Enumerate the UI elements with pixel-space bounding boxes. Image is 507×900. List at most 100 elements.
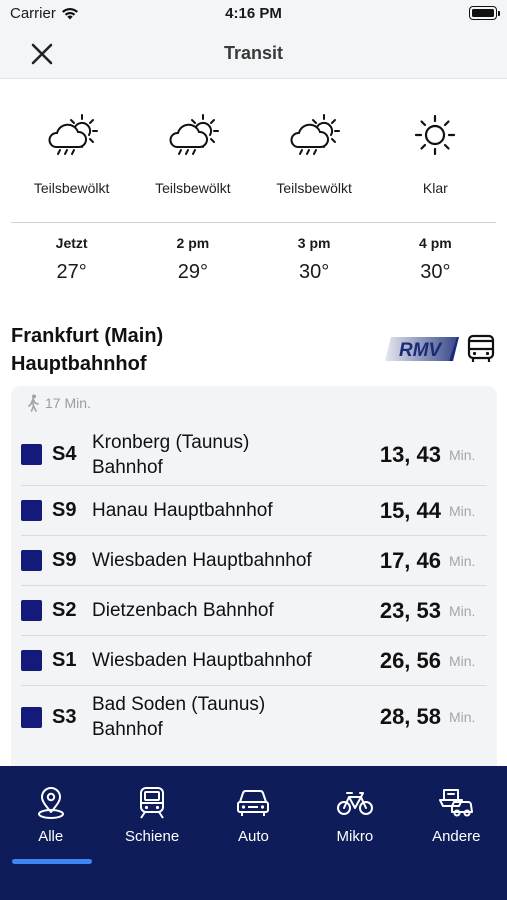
bus-icon: [467, 334, 495, 362]
rmv-logo: RMV: [385, 337, 459, 361]
station-name-line2: Hauptbahnhof: [11, 353, 147, 375]
weather-conditions: Teilsbewölkt Teilsbewölkt Teilsbewölkt K…: [0, 105, 507, 200]
active-tab-indicator: [12, 859, 92, 864]
forecast-time: Jetzt: [55, 235, 88, 251]
minutes-unit: Min.: [449, 602, 476, 619]
weather-hour: 4 pm 30°: [375, 223, 496, 284]
tab-label: Mikro: [336, 828, 374, 845]
weather-forecast: Teilsbewölkt Teilsbewölkt Teilsbewölkt K…: [0, 105, 507, 284]
line-color-square: [21, 500, 42, 521]
line-number: S2: [52, 599, 77, 621]
car-icon: [203, 786, 304, 820]
bicycle-icon: [304, 786, 405, 820]
departure-row[interactable]: S3 Bad Soden (Taunus) Bahnhof 28, 58 Min…: [21, 686, 487, 748]
tab-label: Andere: [432, 828, 481, 845]
weather-hour: 2 pm 29°: [132, 223, 253, 284]
line-number: S9: [52, 499, 77, 521]
partly-cloudy-icon: [132, 105, 253, 165]
line-number: S4: [52, 443, 77, 465]
tab-schiene[interactable]: Schiene: [101, 766, 202, 900]
departure-times: 17, 46: [379, 547, 441, 573]
train-icon: [101, 786, 202, 820]
minutes-unit: Min.: [449, 652, 476, 669]
station-logos: RMV: [385, 334, 495, 364]
line-number: S1: [52, 649, 77, 671]
status-bar: Carrier 4:16 PM: [0, 0, 507, 30]
forecast-time: 3 pm: [297, 235, 331, 251]
weather-hour: Jetzt 27°: [11, 223, 132, 284]
destination-line1: Bad Soden (Taunus): [92, 694, 266, 715]
minutes-unit: Min.: [449, 709, 476, 725]
destination-line2: Bahnhof: [92, 719, 163, 740]
other-transport-icon: [406, 786, 507, 820]
destination: Hanau Hauptbahnhof: [92, 500, 273, 521]
weather-condition: Teilsbewölkt: [276, 180, 352, 196]
destination-line2: Bahnhof: [92, 456, 163, 478]
destination: Bad Soden (Taunus) Bahnhof: [92, 692, 380, 742]
weather-hour: 3 pm 30°: [254, 223, 375, 284]
forecast-temperature: 30°: [299, 261, 330, 283]
weather-condition: Teilsbewölkt: [33, 180, 110, 196]
map-pin-icon: [0, 786, 101, 820]
departure-row[interactable]: S2 Dietzenbach Bahnhof 23, 53 Min.: [21, 586, 487, 636]
destination-line1: Kronberg (Taunus): [92, 431, 250, 453]
departure-row[interactable]: S9 Hanau Hauptbahnhof 15, 44 Min.: [21, 486, 487, 536]
weather-column: Teilsbewölkt: [132, 105, 253, 200]
departure-times: 23, 53: [379, 597, 441, 623]
minutes-unit: Min.: [449, 502, 476, 519]
departures-list: S4 Kronberg (Taunus) Bahnhof 13, 43 Min.…: [11, 424, 497, 748]
weather-column: Teilsbewölkt: [254, 105, 375, 200]
tab-label: Alle: [38, 828, 64, 845]
weather-condition: Klar: [422, 180, 448, 196]
departure-times: 26, 56: [379, 647, 441, 673]
destination: Kronberg (Taunus) Bahnhof: [92, 430, 380, 480]
departure-times: 15, 44: [379, 497, 441, 523]
tab-label: Auto: [238, 828, 269, 845]
weather-condition: Teilsbewölkt: [155, 180, 231, 196]
tab-alle[interactable]: Alle: [0, 766, 101, 900]
departure-times: 13, 43: [379, 441, 441, 467]
tab-auto[interactable]: Auto: [203, 766, 304, 900]
station-name-line1: Frankfurt (Main): [11, 325, 164, 347]
partly-cloudy-icon: [11, 105, 132, 165]
tab-label: Schiene: [124, 828, 180, 845]
destination: Dietzenbach Bahnhof: [92, 600, 274, 621]
battery-icon: [469, 6, 500, 20]
departure-row[interactable]: S9 Wiesbaden Hauptbahnhof 17, 46 Min.: [21, 536, 487, 586]
departure-row[interactable]: S1 Wiesbaden Hauptbahnhof 26, 56 Min.: [21, 636, 487, 686]
minutes-unit: Min.: [449, 552, 476, 569]
line-color-square: [21, 650, 42, 671]
bottom-tab-bar: Alle Schiene Auto Mikro Andere: [0, 766, 507, 900]
departure-row[interactable]: S4 Kronberg (Taunus) Bahnhof 13, 43 Min.: [21, 424, 487, 486]
forecast-temperature: 30°: [420, 261, 451, 283]
forecast-temperature: 29°: [177, 261, 208, 283]
minutes-unit: Min.: [449, 446, 476, 463]
page-title: Transit: [223, 43, 284, 63]
forecast-temperature: 27°: [56, 261, 87, 283]
weather-hours: Jetzt 27° 2 pm 29° 3 pm 30° 4 pm 30°: [0, 223, 507, 284]
destination: Wiesbaden Hauptbahnhof: [92, 650, 312, 671]
line-number: S9: [52, 549, 77, 571]
walking-duration: 17 Min.: [45, 395, 91, 411]
partly-cloudy-icon: [254, 105, 375, 165]
svg-text:RMV: RMV: [399, 340, 443, 361]
station-header: Frankfurt (Main) Hauptbahnhof RMV: [11, 322, 497, 378]
sun-icon: [375, 105, 496, 165]
walking-person-icon: [28, 394, 39, 412]
line-number: S3: [52, 705, 77, 728]
departures-card[interactable]: 17 Min. S4 Kronberg (Taunus) Bahnhof 13,…: [11, 386, 497, 786]
line-color-square: [21, 706, 42, 728]
clock: 4:16 PM: [225, 5, 282, 22]
line-color-square: [21, 600, 42, 621]
top-header: Transit: [0, 30, 507, 79]
destination: Wiesbaden Hauptbahnhof: [92, 550, 312, 571]
line-color-square: [21, 550, 42, 571]
weather-column: Teilsbewölkt: [11, 105, 132, 200]
departure-times: 28, 58: [379, 704, 441, 729]
tab-andere[interactable]: Andere: [406, 766, 507, 900]
station-name: Frankfurt (Main) Hauptbahnhof: [11, 322, 331, 378]
forecast-time: 2 pm: [176, 235, 210, 251]
walking-time: 17 Min.: [27, 394, 91, 412]
tab-mikro[interactable]: Mikro: [304, 766, 405, 900]
weather-column: Klar: [375, 105, 496, 200]
